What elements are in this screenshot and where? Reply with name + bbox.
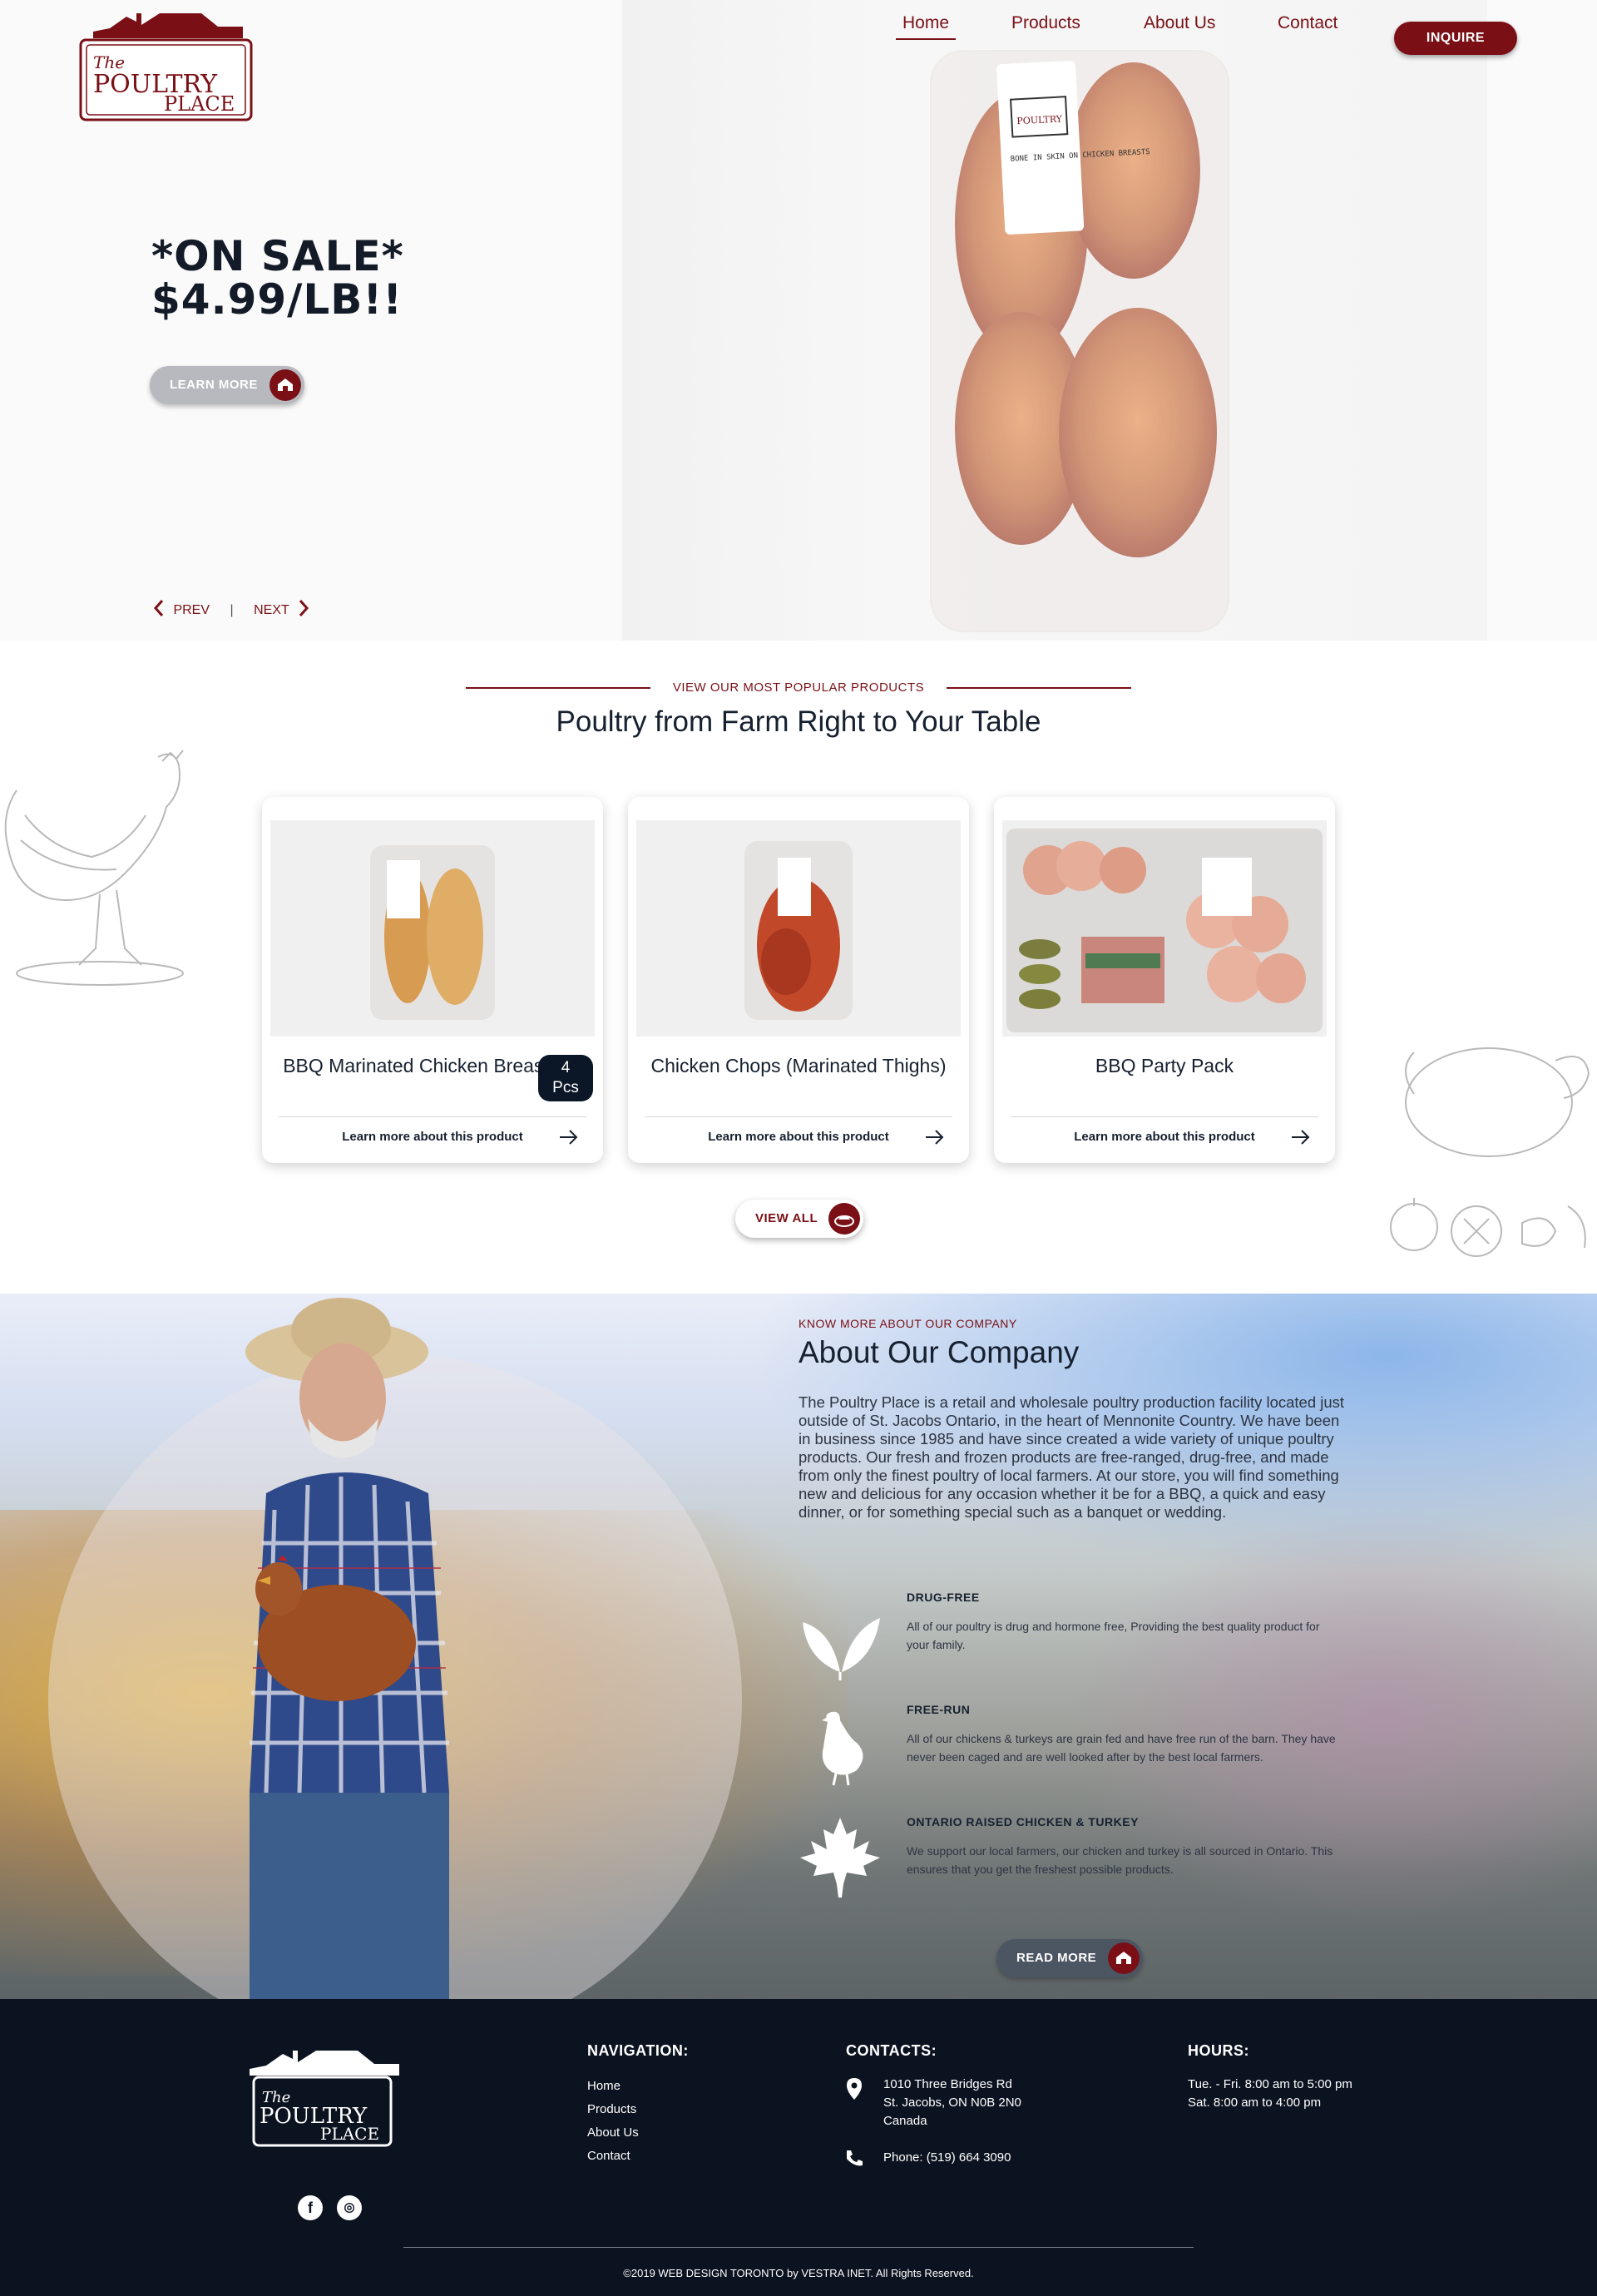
next-button[interactable]: NEXT xyxy=(254,603,289,618)
products-kicker: VIEW OUR MOST POPULAR PRODUCTS xyxy=(672,680,925,695)
products-title: Poultry from Farm Right to Your Table xyxy=(556,705,1041,738)
hero-headline-line2: $4.99/LB!! xyxy=(151,275,403,324)
copyright: ©2019 WEB DESIGN TORONTO by VESTRA INET.… xyxy=(623,2267,974,2279)
address-line: 1010 Three Bridges Rd xyxy=(883,2077,1012,2091)
card-divider xyxy=(279,1116,586,1117)
footer-phone[interactable]: Phone: (519) 664 3090 xyxy=(883,2149,1011,2167)
hero-headline-line1: *ON SALE* xyxy=(151,232,404,280)
quantity-badge-unit: Pcs xyxy=(552,1079,579,1096)
feature-text: We support our local farmers, our chicke… xyxy=(907,1844,1333,1876)
hero-chicken-package-image: POULTRY BONE IN SKIN ON CHICKEN BREASTS xyxy=(930,50,1229,632)
footer-nav-products[interactable]: Products xyxy=(587,2102,636,2116)
product-image[interactable] xyxy=(636,820,961,1037)
hero-product-photo: POULTRY BONE IN SKIN ON CHICKEN BREASTS xyxy=(622,0,1487,641)
svg-text:PLACE: PLACE xyxy=(164,92,235,116)
nav-about-us[interactable]: About Us xyxy=(1144,13,1215,33)
feature-title: FREE-RUN xyxy=(907,1703,971,1716)
quantity-badge-number: 4 xyxy=(561,1059,571,1076)
prev-button[interactable]: PREV xyxy=(173,603,210,618)
hours-line: Sat. 8:00 am to 4:00 pm xyxy=(1188,2096,1322,2110)
farmer-with-hen-photo xyxy=(245,1298,449,1999)
view-all-label: VIEW ALL xyxy=(755,1211,818,1225)
inquire-button[interactable]: INQUIRE xyxy=(1394,22,1517,55)
phone-icon xyxy=(847,2150,863,2166)
learn-more-product-link[interactable]: Learn more about this product xyxy=(262,1130,603,1144)
footer-logo[interactable]: The POULTRY PLACE xyxy=(233,2042,412,2160)
feature-title: DRUG-FREE xyxy=(907,1591,980,1604)
about-title: About Our Company xyxy=(798,1335,1080,1369)
maple-leaf-icon xyxy=(800,1818,880,1898)
product-image[interactable] xyxy=(270,820,595,1037)
turkey-dinner-icon xyxy=(828,1203,860,1235)
product-card[interactable]: Chicken Chops (Marinated Thighs) Learn m… xyxy=(628,797,969,1163)
footer-hours: Tue. - Fri. 8:00 am to 5:00 pm Sat. 8:00… xyxy=(1188,2076,1352,2112)
learn-more-button[interactable]: LEARN MORE xyxy=(150,366,304,404)
leaf-icon xyxy=(803,1618,880,1680)
arrow-right-icon[interactable] xyxy=(558,1128,580,1146)
footer: The POULTRY PLACE f ◎ NAVIGATION: Home P… xyxy=(0,1999,1597,2296)
quantity-badge: 4 Pcs xyxy=(538,1055,593,1101)
product-name[interactable]: Chicken Chops (Marinated Thighs) xyxy=(645,1055,952,1077)
location-pin-icon xyxy=(847,2078,862,2100)
read-more-label: READ MORE xyxy=(1016,1951,1097,1965)
learn-more-product-link[interactable]: Learn more about this product xyxy=(994,1130,1335,1144)
feature-title: ONTARIO RAISED CHICKEN & TURKEY xyxy=(907,1815,1139,1828)
footer-nav-about-us[interactable]: About Us xyxy=(587,2125,639,2140)
feature-text: All of our poultry is drug and hormone f… xyxy=(907,1620,1320,1651)
turkey-sketch-illustration xyxy=(1390,1047,1590,1257)
barn-icon xyxy=(1108,1942,1140,1974)
product-name[interactable]: BBQ Marinated Chicken Breast xyxy=(279,1055,553,1077)
hours-line: Tue. - Fri. 8:00 am to 5:00 pm xyxy=(1188,2077,1352,2091)
footer-nav-home[interactable]: Home xyxy=(587,2079,621,2093)
barn-icon xyxy=(269,369,301,401)
learn-more-product-link[interactable]: Learn more about this product xyxy=(628,1130,969,1144)
footer-address: 1010 Three Bridges Rd St. Jacobs, ON N0B… xyxy=(883,2076,1021,2130)
prev-chevron-icon[interactable] xyxy=(153,599,165,621)
card-divider xyxy=(1011,1116,1318,1117)
nav-contact[interactable]: Contact xyxy=(1278,13,1337,33)
product-card[interactable]: BBQ Marinated Chicken Breast 4 Pcs Learn… xyxy=(262,797,603,1163)
nav-home[interactable]: Home xyxy=(895,13,957,40)
next-chevron-icon[interactable] xyxy=(298,599,309,621)
view-all-button[interactable]: VIEW ALL xyxy=(735,1200,863,1238)
footer-hours-heading: HOURS: xyxy=(1188,2042,1249,2059)
footer-contacts-heading: CONTACTS: xyxy=(846,2042,937,2059)
hero-slider: POULTRY BONE IN SKIN ON CHICKEN BREASTS … xyxy=(0,0,1597,641)
card-divider xyxy=(645,1116,952,1117)
learn-more-label: LEARN MORE xyxy=(170,378,258,392)
arrow-right-icon[interactable] xyxy=(924,1128,946,1146)
feature-text: All of our chickens & turkeys are grain … xyxy=(907,1732,1336,1764)
nav-products[interactable]: Products xyxy=(1011,13,1080,33)
hero-headline: *ON SALE* $4.99/LB!! xyxy=(151,235,404,321)
address-line: St. Jacobs, ON N0B 2N0 xyxy=(883,2096,1021,2110)
product-image[interactable] xyxy=(1002,820,1327,1037)
slider-controls: PREV | NEXT xyxy=(153,599,309,621)
product-card[interactable]: BBQ Party Pack Learn more about this pro… xyxy=(994,797,1335,1163)
instagram-icon[interactable]: ◎ xyxy=(337,2195,362,2220)
arrow-right-icon[interactable] xyxy=(1290,1128,1312,1146)
footer-nav-heading: NAVIGATION: xyxy=(587,2042,689,2059)
about-body: The Poultry Place is a retail and wholes… xyxy=(798,1393,1345,1521)
page: { "brand": { "logo_text_the": "The", "lo… xyxy=(0,0,1597,2296)
facebook-icon[interactable]: f xyxy=(298,2195,323,2220)
logo[interactable]: The POULTRY PLACE xyxy=(77,5,255,123)
about-section: KNOW MORE ABOUT OUR COMPANY About Our Co… xyxy=(0,1294,1597,1999)
read-more-button[interactable]: READ MORE xyxy=(996,1939,1143,1977)
footer-nav-contact[interactable]: Contact xyxy=(587,2149,630,2163)
rooster-sketch-illustration xyxy=(4,750,184,986)
address-line: Canada xyxy=(883,2114,927,2128)
slider-separator: | xyxy=(230,602,234,617)
about-kicker: KNOW MORE ABOUT OUR COMPANY xyxy=(798,1317,1017,1330)
product-name[interactable]: BBQ Party Pack xyxy=(1011,1055,1318,1077)
chicken-icon xyxy=(822,1711,863,1786)
footer-divider xyxy=(403,2247,1194,2248)
svg-text:PLACE: PLACE xyxy=(320,2124,379,2144)
